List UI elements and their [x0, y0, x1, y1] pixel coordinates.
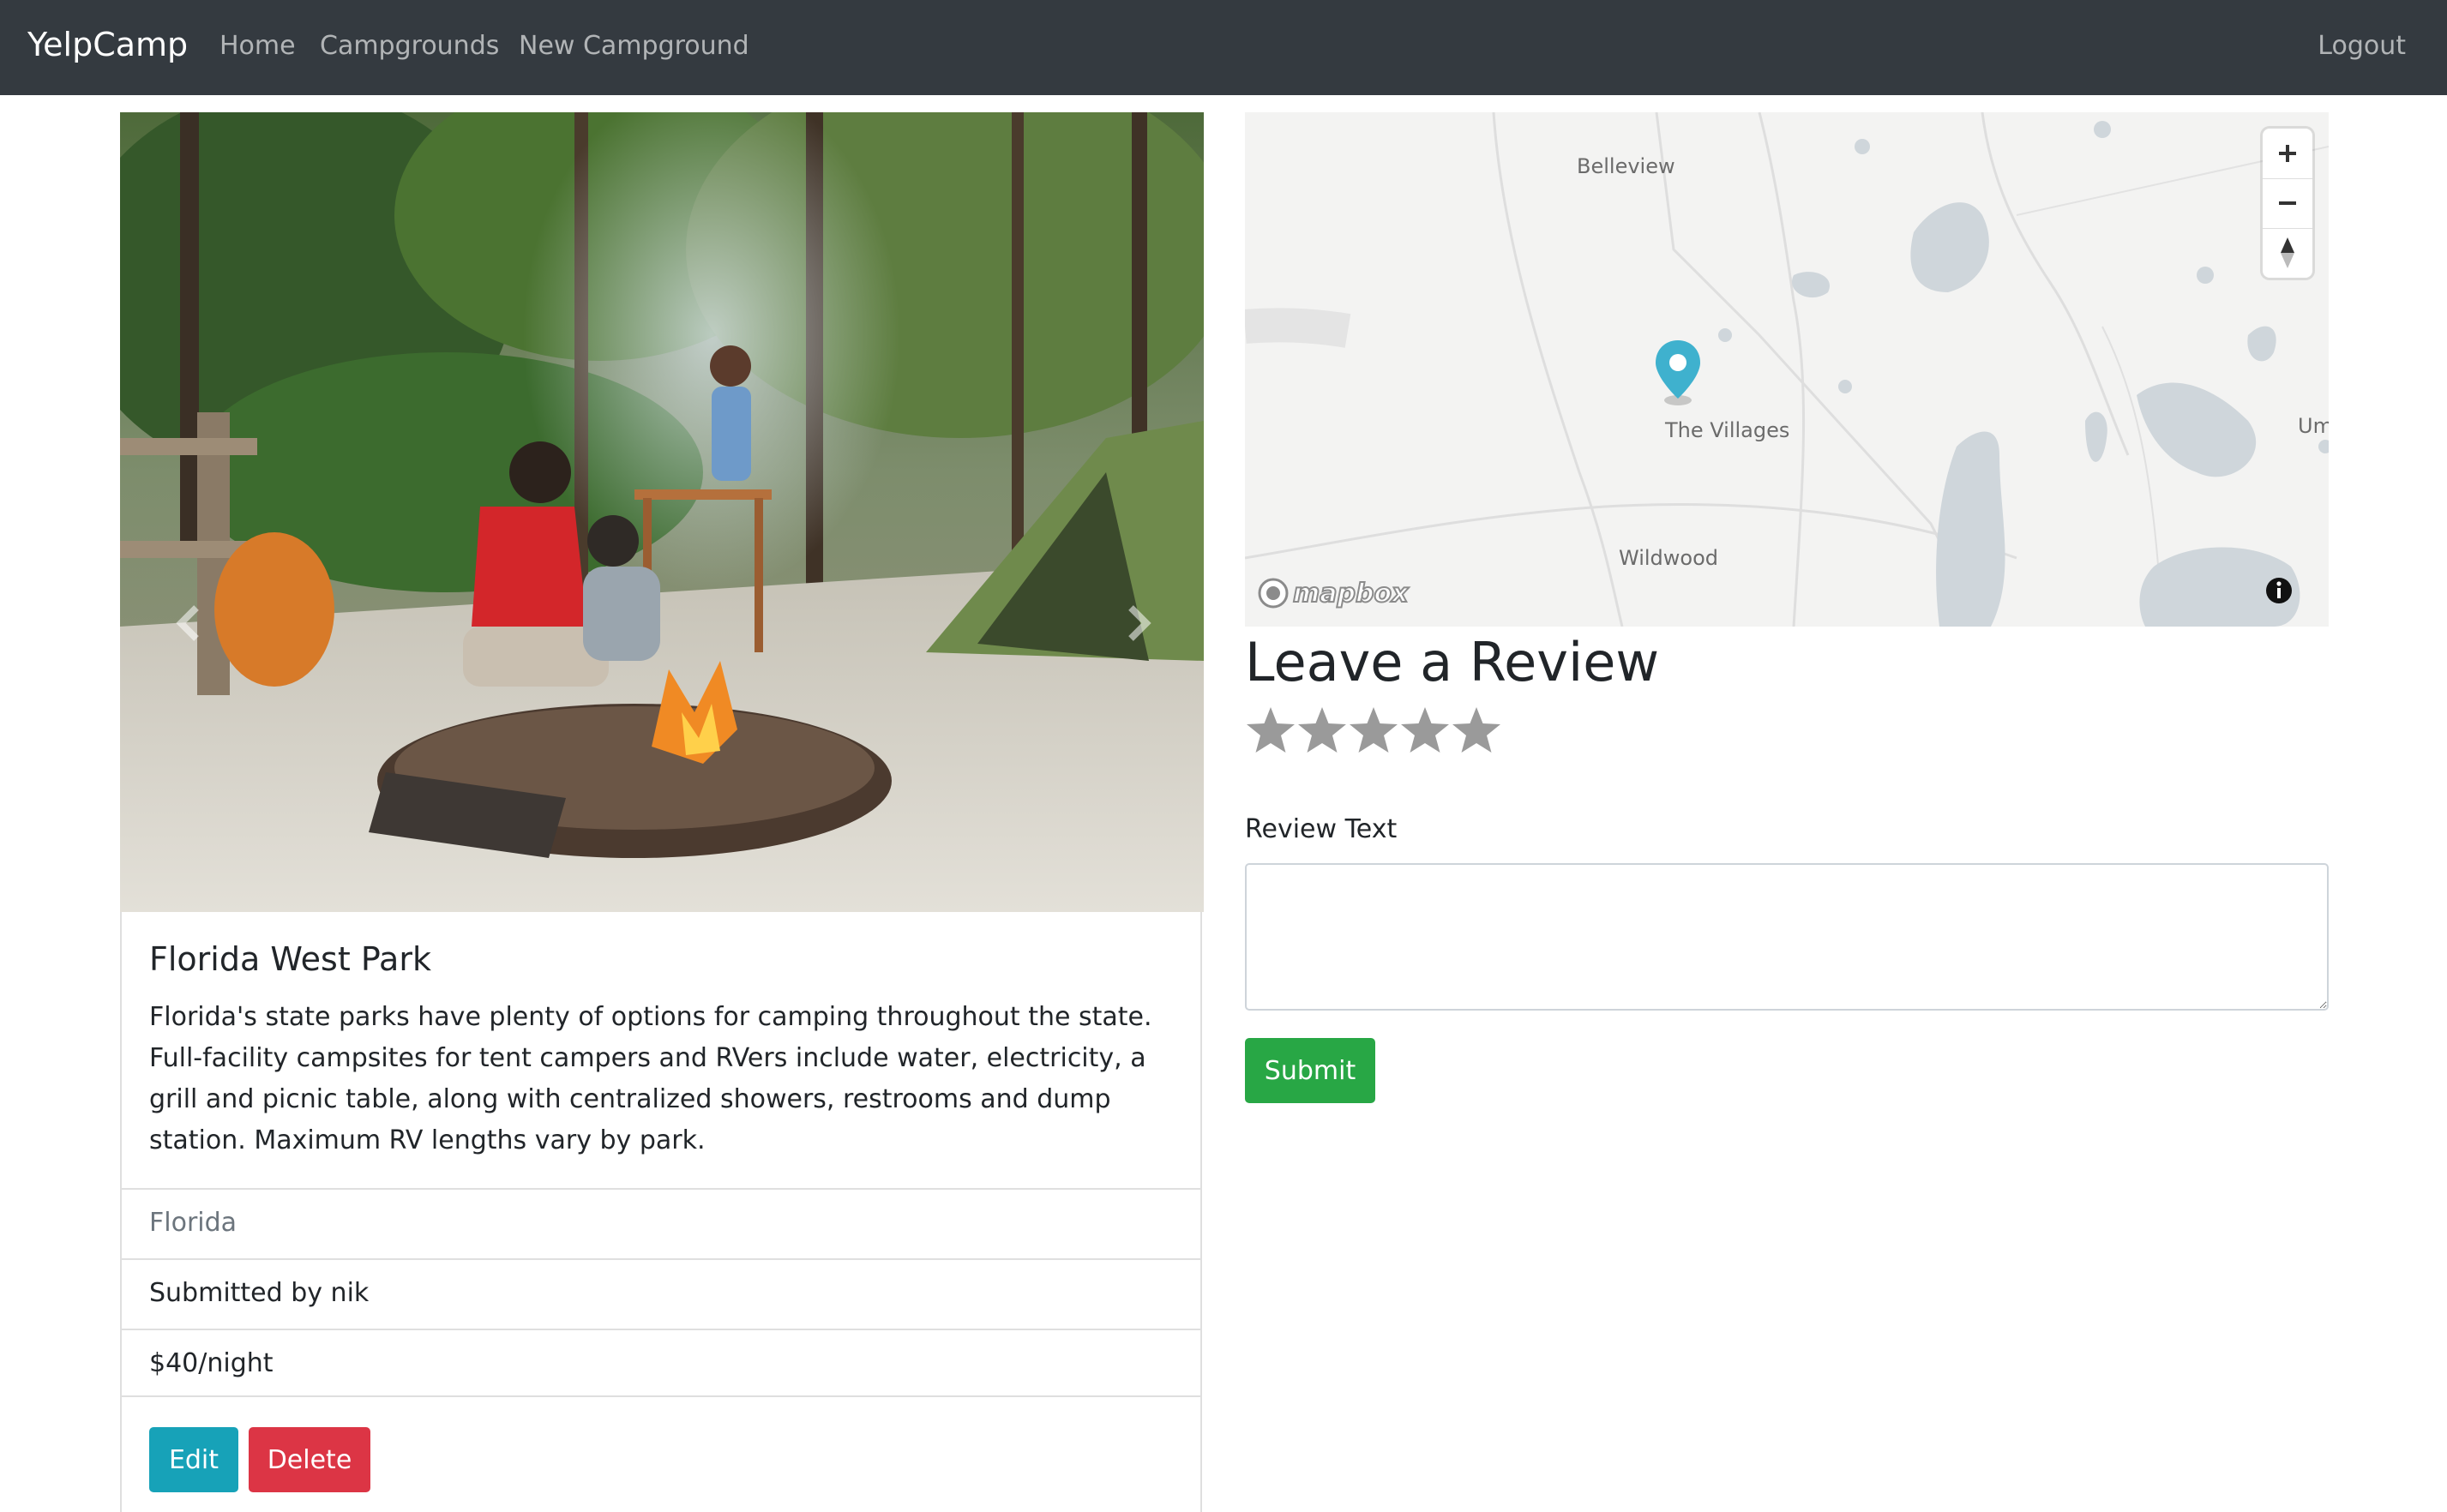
map-label-belleview: Belleview	[1577, 154, 1675, 178]
map-label-um: Um	[2298, 414, 2329, 438]
brand-link[interactable]: YelpCamp	[27, 26, 188, 63]
zoom-in-button[interactable]	[2263, 129, 2312, 179]
zoom-out-icon	[2279, 201, 2296, 205]
zoom-out-button[interactable]	[2263, 178, 2312, 229]
campground-card: Florida West Park Florida's state parks …	[120, 912, 1202, 1512]
star-icon[interactable]	[1296, 705, 1348, 756]
edit-button[interactable]: Edit	[149, 1427, 238, 1492]
submit-review-button[interactable]: Submit	[1245, 1038, 1375, 1103]
compass-icon	[2281, 237, 2294, 268]
chevron-left-icon	[176, 605, 199, 641]
carousel-next-button[interactable]	[1113, 592, 1164, 654]
star-icon[interactable]	[1451, 705, 1502, 756]
campground-map[interactable]: Belleview The Villages Wildwood Um mapbo…	[1245, 112, 2329, 627]
star-icon[interactable]	[1245, 705, 1296, 756]
mapbox-wordmark: mapbox	[1292, 578, 1409, 609]
mapbox-icon	[1258, 578, 1289, 609]
star-icon[interactable]	[1348, 705, 1399, 756]
campground-description: Florida's state parks have plenty of opt…	[149, 1002, 1152, 1155]
info-icon[interactable]	[2264, 576, 2294, 605]
campground-carousel	[120, 112, 1204, 912]
zoom-in-icon	[2279, 145, 2296, 162]
navbar: YelpCamp Home Campgrounds New Campground…	[0, 0, 2447, 95]
map-tiles	[1245, 112, 2329, 627]
campground-author: Submitted by nik	[122, 1258, 1200, 1327]
star-icon[interactable]	[1399, 705, 1451, 756]
nav-campgrounds-link[interactable]: Campgrounds	[320, 31, 499, 61]
review-text-input[interactable]	[1245, 863, 2329, 1011]
review-text-label: Review Text	[1245, 814, 1398, 844]
campground-title: Florida West Park	[149, 940, 431, 978]
campground-location: Florida	[122, 1188, 1200, 1257]
map-label-the-villages: The Villages	[1665, 418, 1790, 442]
campground-photo	[120, 112, 1204, 912]
logout-link[interactable]: Logout	[2318, 31, 2406, 61]
reset-bearing-button[interactable]	[2263, 228, 2312, 278]
chevron-right-icon	[1128, 605, 1151, 641]
map-marker-icon[interactable]	[1654, 339, 1702, 407]
review-heading: Leave a Review	[1245, 631, 1660, 693]
carousel-prev-button[interactable]	[163, 592, 214, 654]
star-rating[interactable]	[1245, 705, 1502, 756]
map-navigation-controls	[2263, 129, 2312, 278]
delete-button[interactable]: Delete	[249, 1427, 370, 1492]
nav-new-campground-link[interactable]: New Campground	[519, 31, 749, 61]
nav-home-link[interactable]: Home	[219, 31, 296, 61]
mapbox-logo[interactable]: mapbox	[1257, 576, 1409, 610]
map-label-wildwood: Wildwood	[1619, 546, 1719, 570]
campground-price: $40/night	[122, 1329, 1200, 1397]
